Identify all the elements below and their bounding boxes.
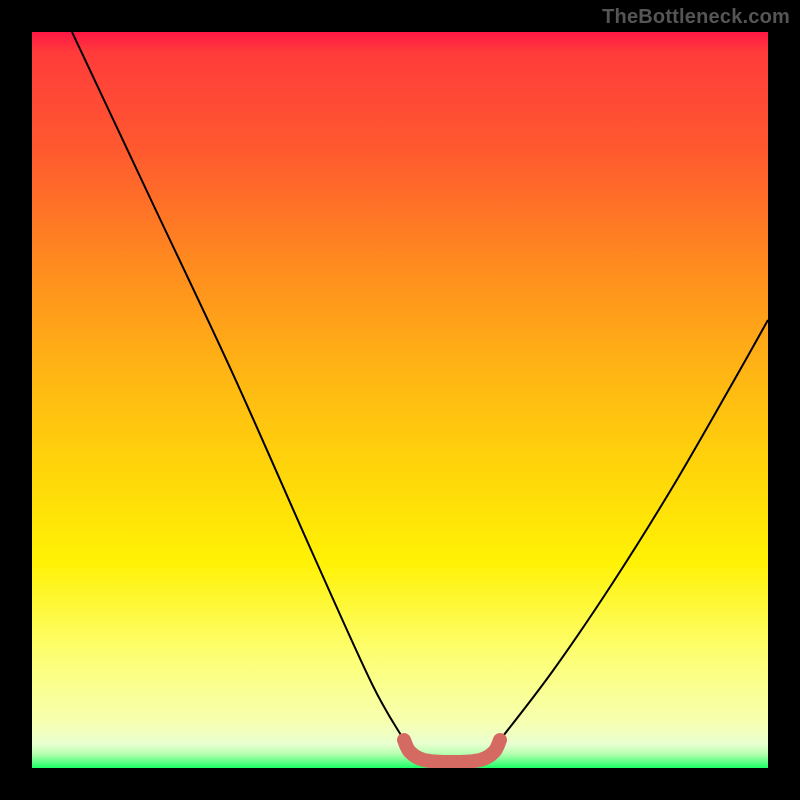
gradient-band bbox=[32, 52, 768, 152]
gradient-band bbox=[32, 472, 768, 562]
gradient-band bbox=[32, 652, 768, 722]
gradient-band bbox=[32, 372, 768, 472]
plot-area bbox=[32, 32, 768, 768]
chart-root: TheBottleneck.com bbox=[0, 0, 800, 800]
gradient-band bbox=[32, 152, 768, 262]
gradient-band bbox=[32, 562, 768, 652]
gradient-band bbox=[32, 262, 768, 372]
gradient-band bbox=[32, 754, 768, 768]
watermark-text: TheBottleneck.com bbox=[602, 6, 790, 29]
gradient-band bbox=[32, 32, 768, 52]
chart-svg bbox=[32, 32, 768, 768]
